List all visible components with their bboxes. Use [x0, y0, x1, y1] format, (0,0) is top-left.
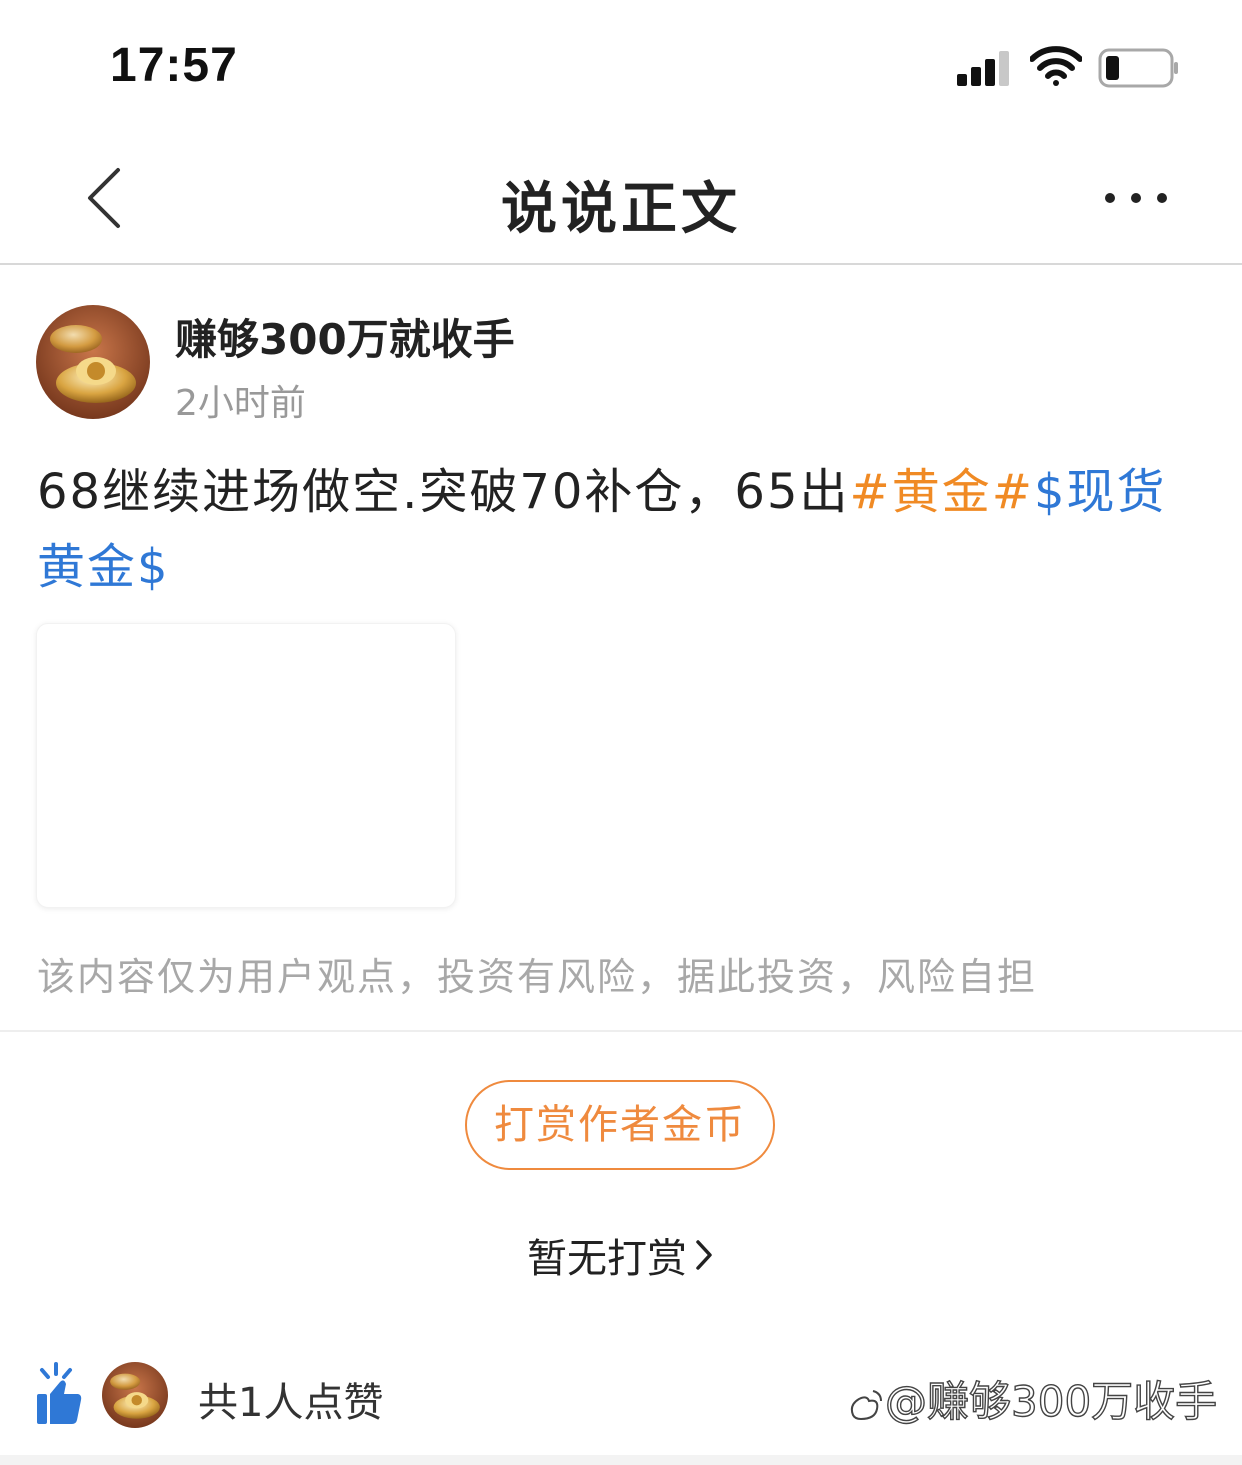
more-options-icon[interactable]	[1100, 186, 1172, 210]
page-title: 说说正文	[501, 177, 741, 242]
battery-icon	[1098, 48, 1178, 88]
reward-author-button[interactable]: 打赏作者金币	[465, 1080, 775, 1170]
watermark: @赚够300万收手	[845, 1368, 1218, 1429]
post-content: 68继续进场做空.突破70补仓，65出#黄金#$现货黄金$	[37, 455, 1207, 605]
post-image[interactable]	[36, 623, 456, 908]
post-text: 68继续进场做空.突破70补仓，65出	[37, 464, 850, 520]
watermark-text: @赚够300万收手	[884, 1376, 1218, 1426]
wifi-icon	[1030, 46, 1082, 86]
weibo-logo-icon	[850, 1389, 882, 1420]
reward-status-label: 暂无打赏	[527, 1236, 687, 1282]
like-count[interactable]: 共1人点赞	[198, 1370, 383, 1428]
author-avatar[interactable]	[36, 305, 150, 419]
gold-ingot-avatar-image	[102, 1362, 168, 1428]
reward-status-link[interactable]: 暂无打赏	[0, 1226, 1242, 1284]
cellular-signal-icon	[957, 51, 1009, 86]
liker-avatar[interactable]	[102, 1362, 168, 1428]
status-time: 17:57	[110, 39, 238, 92]
gold-ingot-avatar-image	[36, 305, 150, 419]
bottom-strip	[0, 1455, 1242, 1465]
status-bar: 17:57	[0, 0, 1242, 130]
author-name[interactable]: 赚够300万就收手	[175, 306, 515, 367]
divider	[0, 1030, 1242, 1032]
post-timestamp: 2小时前	[175, 383, 306, 424]
chevron-right-icon	[696, 1240, 712, 1270]
topic-tag-link[interactable]: #黄金#	[850, 464, 1034, 520]
thumbs-up-icon[interactable]	[34, 1362, 84, 1426]
nav-bar: 说说正文	[0, 130, 1242, 265]
risk-disclaimer: 该内容仅为用户观点，投资有风险，据此投资，风险自担	[37, 955, 1038, 999]
